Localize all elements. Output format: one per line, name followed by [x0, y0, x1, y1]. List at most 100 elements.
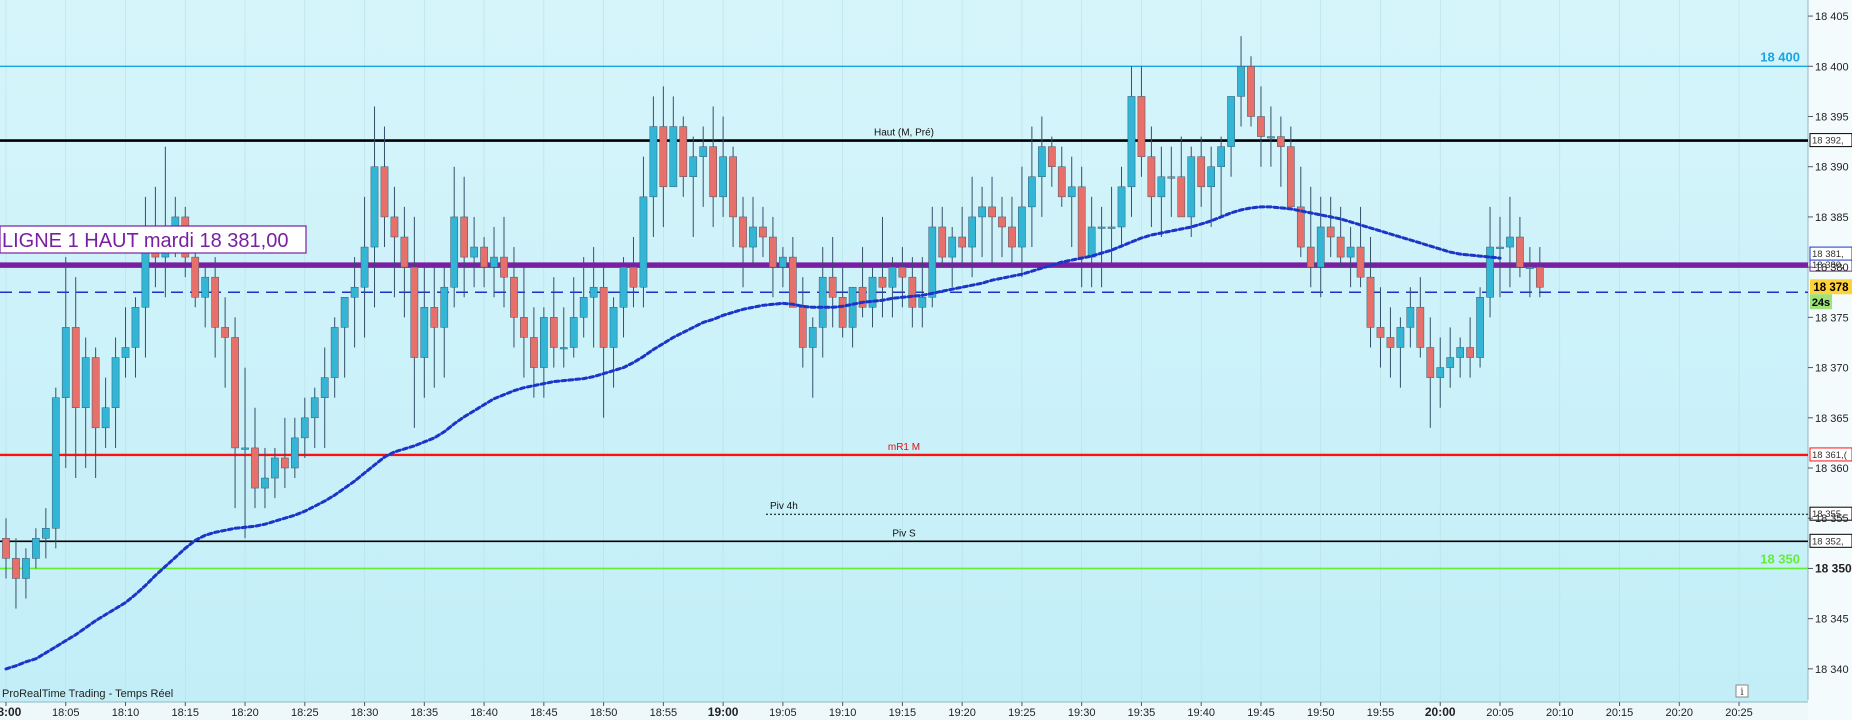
level-label: 18 350: [1760, 551, 1800, 566]
bullish-candle: [22, 558, 30, 579]
bullish-candle: [779, 256, 787, 268]
bullish-candle: [888, 266, 897, 288]
x-tick-label: 19:20: [948, 707, 976, 719]
x-tick-label: 19:15: [889, 707, 917, 719]
bearish-candle: [221, 327, 229, 338]
candlestick-chart[interactable]: 18 400 Haut (M, Pré) mR1 M Piv 4h Piv S 18 35…: [0, 0, 1852, 720]
bearish-candle: [958, 236, 967, 248]
bullish-candle: [818, 276, 827, 328]
bullish-candle: [619, 266, 628, 308]
x-tick-label: 19:10: [829, 707, 857, 719]
bullish-candle: [1446, 357, 1455, 368]
x-tick-label: 18:30: [351, 707, 379, 719]
bullish-candle: [1067, 186, 1076, 198]
axis-level-tag-label: 18 361,(: [1812, 450, 1848, 461]
bearish-candle: [1466, 347, 1474, 358]
bearish-candle: [2, 538, 10, 559]
bullish-candle: [81, 357, 90, 408]
x-tick-label: 19:30: [1068, 707, 1096, 719]
bearish-candle: [520, 317, 528, 338]
x-tick-label: 19:05: [769, 707, 797, 719]
y-tick-label: 18 375: [1815, 312, 1849, 324]
price-axis-background[interactable]: [1808, 0, 1852, 720]
bearish-candle: [1177, 176, 1186, 218]
bearish-candle: [1057, 166, 1066, 198]
bullish-candle: [589, 286, 598, 298]
bullish-candle: [1237, 66, 1245, 97]
bullish-candle: [320, 377, 329, 398]
bullish-candle: [101, 407, 110, 429]
x-tick-label: 18:35: [411, 707, 439, 719]
bullish-candle: [1097, 226, 1106, 229]
bullish-candle: [808, 327, 817, 348]
bullish-candle: [1346, 246, 1355, 258]
x-tick-label: 20:10: [1546, 707, 1574, 719]
bullish-candle: [1107, 226, 1116, 229]
bearish-candle: [878, 276, 887, 288]
bearish-candle: [500, 256, 508, 278]
bearish-candle: [480, 246, 488, 268]
bullish-candle: [1486, 246, 1494, 298]
bullish-candle: [340, 297, 349, 328]
bullish-candle: [1227, 96, 1235, 147]
bearish-candle: [1516, 236, 1524, 268]
bullish-candle: [639, 196, 648, 288]
x-tick-label: 18:00: [0, 705, 22, 719]
bullish-candle: [1436, 367, 1445, 378]
bullish-candle: [719, 156, 727, 198]
x-tick-label: 18:55: [650, 707, 678, 719]
bearish-candle: [769, 236, 777, 268]
x-tick-label: 20:15: [1606, 707, 1634, 719]
countdown-label: 24s: [1812, 297, 1830, 309]
level-label: Piv S: [892, 528, 916, 539]
bullish-candle: [41, 528, 50, 539]
bearish-candle: [1247, 66, 1255, 117]
bearish-candle: [530, 337, 538, 368]
bullish-candle: [978, 206, 986, 218]
bullish-candle: [669, 126, 678, 188]
y-tick-label: 18 345: [1815, 614, 1849, 626]
axis-level-tag-label: 18 381,: [1812, 249, 1844, 260]
bearish-candle: [938, 226, 947, 258]
bullish-candle: [350, 286, 359, 298]
bearish-candle: [400, 236, 409, 268]
bullish-candle: [1396, 327, 1405, 348]
bullish-candle: [1316, 226, 1325, 268]
bearish-candle: [1336, 236, 1345, 258]
bullish-candle: [579, 297, 588, 318]
bullish-candle: [420, 307, 429, 358]
bullish-candle: [360, 246, 369, 288]
bearish-candle: [838, 297, 847, 328]
bearish-candle: [908, 276, 917, 308]
bullish-candle: [1526, 266, 1534, 269]
bearish-candle: [1257, 116, 1265, 137]
bullish-candle: [1167, 176, 1176, 179]
bearish-candle: [1416, 307, 1425, 348]
level-label: 18 400: [1760, 49, 1800, 64]
trading-chart[interactable]: 18 400 Haut (M, Pré) mR1 M Piv 4h Piv S 18 35…: [0, 0, 1852, 720]
bearish-candle: [460, 216, 469, 258]
bullish-candle: [1506, 236, 1514, 248]
bearish-candle: [1326, 226, 1335, 238]
bearish-candle: [1366, 276, 1375, 328]
current-price-label: 18 378: [1813, 282, 1849, 294]
x-tick-label: 19:50: [1307, 707, 1335, 719]
bullish-candle: [310, 397, 319, 419]
bullish-candle: [1476, 297, 1484, 358]
bullish-candle: [61, 327, 70, 398]
bullish-candle: [539, 317, 548, 368]
bearish-candle: [998, 216, 1006, 228]
bearish-candle: [71, 327, 80, 408]
bullish-candle: [1037, 146, 1046, 178]
y-tick-label: 18 400: [1815, 61, 1849, 73]
bearish-candle: [1376, 327, 1385, 338]
x-tick-label: 19:55: [1367, 707, 1395, 719]
bearish-candle: [1047, 146, 1056, 167]
bearish-candle: [1008, 226, 1016, 248]
info-icon[interactable]: i: [1740, 687, 1743, 698]
bearish-candle: [1535, 266, 1544, 288]
bearish-candle: [759, 226, 767, 238]
y-tick-label: 18 340: [1815, 664, 1849, 676]
bullish-candle: [1456, 347, 1465, 358]
bearish-candle: [739, 216, 747, 248]
